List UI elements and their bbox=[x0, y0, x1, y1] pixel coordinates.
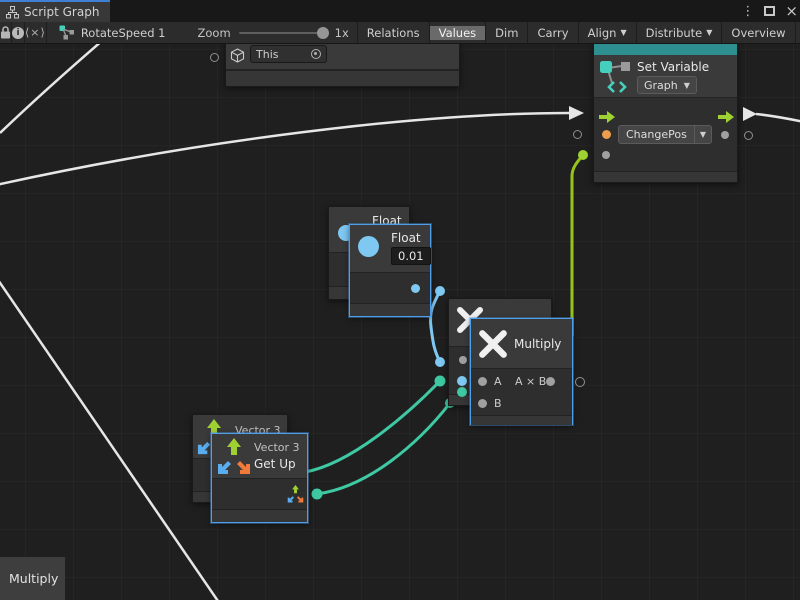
overview-button[interactable]: Overview bbox=[722, 26, 794, 40]
info-icon: i bbox=[12, 27, 24, 39]
caret-down-icon: ▼ bbox=[700, 130, 706, 139]
zoom-slider[interactable] bbox=[239, 32, 327, 34]
target-picker-icon[interactable] bbox=[311, 49, 321, 59]
graph-reference-icon bbox=[59, 25, 75, 40]
variable-name-dropdown[interactable]: ChangePos ▼ bbox=[618, 125, 712, 144]
node-get-up[interactable]: Vector 3 Get Up bbox=[211, 433, 308, 523]
wire-white-from-set-variable[interactable] bbox=[756, 114, 800, 122]
multiply-back-port-a[interactable] bbox=[459, 356, 467, 364]
align-button[interactable]: Align▼ bbox=[579, 26, 636, 40]
zoom-slider-handle[interactable] bbox=[317, 27, 329, 39]
variable-scope-dropdown[interactable]: Graph ▼ bbox=[637, 76, 697, 94]
wire-teal-upper-cap bbox=[435, 376, 446, 387]
multiply-back-port-blue[interactable] bbox=[457, 376, 467, 386]
multiply-icon bbox=[477, 328, 509, 360]
maximize-icon[interactable] bbox=[764, 6, 775, 16]
float-icon bbox=[358, 236, 379, 257]
this-output-ring-port[interactable] bbox=[210, 53, 219, 62]
carry-button[interactable]: Carry bbox=[528, 26, 577, 40]
distribute-button[interactable]: Distribute▼ bbox=[637, 26, 722, 40]
kebab-menu-icon[interactable]: ⋮ bbox=[741, 5, 754, 18]
set-variable-left-ring-port[interactable] bbox=[573, 130, 582, 139]
wire-blue[interactable] bbox=[430, 291, 440, 362]
graph-toolbar: i ⟨×⟩ RotateSpeed 1 Zoom 1x Relations Va… bbox=[0, 22, 800, 44]
wire-lime[interactable] bbox=[572, 155, 583, 336]
wire-white-bottomleft[interactable] bbox=[0, 277, 220, 600]
unity-script-graph-window: Script Graph ⋮ × i ⟨×⟩ bbox=[0, 0, 800, 600]
float-output-port[interactable] bbox=[411, 284, 420, 293]
multiply-input-a-label: A bbox=[494, 375, 502, 388]
multiply-output-port[interactable] bbox=[546, 377, 555, 386]
control-out-arrow-icon[interactable] bbox=[718, 111, 734, 123]
multiply-input-b-label: B bbox=[494, 397, 502, 410]
set-variable-icon bbox=[598, 59, 634, 93]
control-in-arrow-icon[interactable] bbox=[599, 111, 615, 123]
graph-reference-label: RotateSpeed 1 bbox=[81, 26, 166, 40]
set-variable-right-ring-port[interactable] bbox=[744, 131, 753, 140]
vector3-up-arrow-icon bbox=[206, 419, 222, 434]
multiply-input-a-port[interactable] bbox=[478, 377, 487, 386]
caret-down-icon: ▼ bbox=[684, 81, 690, 90]
variable-output-port[interactable] bbox=[721, 131, 729, 139]
multiply-output-label: A × B bbox=[515, 375, 546, 388]
lock-button[interactable] bbox=[0, 22, 12, 43]
variable-color-bar bbox=[594, 44, 737, 55]
float-value-field[interactable]: 0.01 bbox=[391, 247, 431, 265]
wire-blue-cap-bottom bbox=[435, 357, 445, 367]
get-up-subtitle: Vector 3 bbox=[254, 441, 300, 454]
tab-bar: Script Graph ⋮ × bbox=[0, 0, 800, 22]
wire-teal-upper[interactable] bbox=[305, 381, 440, 472]
node-this[interactable]: This bbox=[225, 44, 460, 87]
vector3-output-icon[interactable] bbox=[287, 485, 304, 503]
graph-tab-icon bbox=[6, 6, 19, 19]
caret-down-icon: ▼ bbox=[706, 28, 712, 37]
relations-button[interactable]: Relations bbox=[358, 26, 429, 40]
get-up-title: Get Up bbox=[254, 457, 296, 471]
multiply-output-ring-port[interactable] bbox=[575, 377, 585, 387]
caret-down-icon: ▼ bbox=[620, 28, 626, 37]
this-field-value: This bbox=[256, 48, 278, 61]
code-preview-button[interactable]: ⟨×⟩ bbox=[25, 22, 47, 43]
this-object-field[interactable]: This bbox=[250, 45, 327, 63]
graph-canvas[interactable]: This Set Variable Graph ▼ bbox=[0, 44, 800, 600]
tab-script-graph[interactable]: Script Graph bbox=[0, 0, 110, 22]
value-input-port[interactable] bbox=[602, 151, 610, 159]
wire-white-to-set-variable[interactable] bbox=[0, 113, 570, 185]
values-button[interactable]: Values bbox=[430, 26, 486, 40]
vector3-downleft-arrow-icon bbox=[197, 440, 212, 455]
cube-icon bbox=[230, 48, 245, 63]
multiply-input-b-port[interactable] bbox=[478, 399, 487, 408]
zoom-control: Zoom 1x bbox=[176, 22, 358, 43]
window-controls: ⋮ × bbox=[741, 0, 798, 22]
dim-button[interactable]: Dim bbox=[486, 26, 527, 40]
multiply-tooltip: Multiply bbox=[0, 557, 65, 600]
wire-teal-lower-start-cap bbox=[312, 489, 323, 500]
zoom-label: Zoom bbox=[198, 26, 231, 40]
vector3-icon bbox=[217, 438, 251, 475]
wire-lime-cap bbox=[578, 150, 588, 160]
multiply-back-port-teal[interactable] bbox=[457, 387, 467, 397]
wire-white-topleft[interactable] bbox=[0, 44, 103, 133]
code-icon: ⟨×⟩ bbox=[25, 26, 46, 39]
lock-icon bbox=[0, 26, 11, 39]
variable-name-value: ChangePos bbox=[619, 126, 694, 143]
wire-teal-lower[interactable] bbox=[317, 403, 450, 494]
tab-title: Script Graph bbox=[24, 5, 99, 19]
fullscreen-button[interactable]: Full Screen bbox=[796, 26, 800, 40]
variable-input-port[interactable] bbox=[602, 130, 611, 139]
graph-reference[interactable]: RotateSpeed 1 bbox=[47, 22, 176, 43]
set-variable-title: Set Variable bbox=[637, 60, 709, 74]
wire-arrowhead-out bbox=[743, 107, 757, 121]
node-float[interactable]: Float 0.01 bbox=[349, 224, 431, 317]
zoom-value: 1x bbox=[335, 26, 349, 40]
wire-blue-cap-top bbox=[435, 286, 445, 296]
node-set-variable[interactable]: Set Variable Graph ▼ ChangePos ▼ bbox=[593, 44, 738, 183]
close-icon[interactable]: × bbox=[785, 4, 798, 19]
node-multiply[interactable]: Multiply A A × B B bbox=[470, 318, 573, 425]
wire-arrowhead-in bbox=[569, 106, 584, 120]
info-button[interactable]: i bbox=[12, 22, 25, 43]
float-title: Float bbox=[391, 231, 421, 245]
multiply-title: Multiply bbox=[514, 337, 561, 351]
multiply-tooltip-label: Multiply bbox=[9, 571, 58, 586]
